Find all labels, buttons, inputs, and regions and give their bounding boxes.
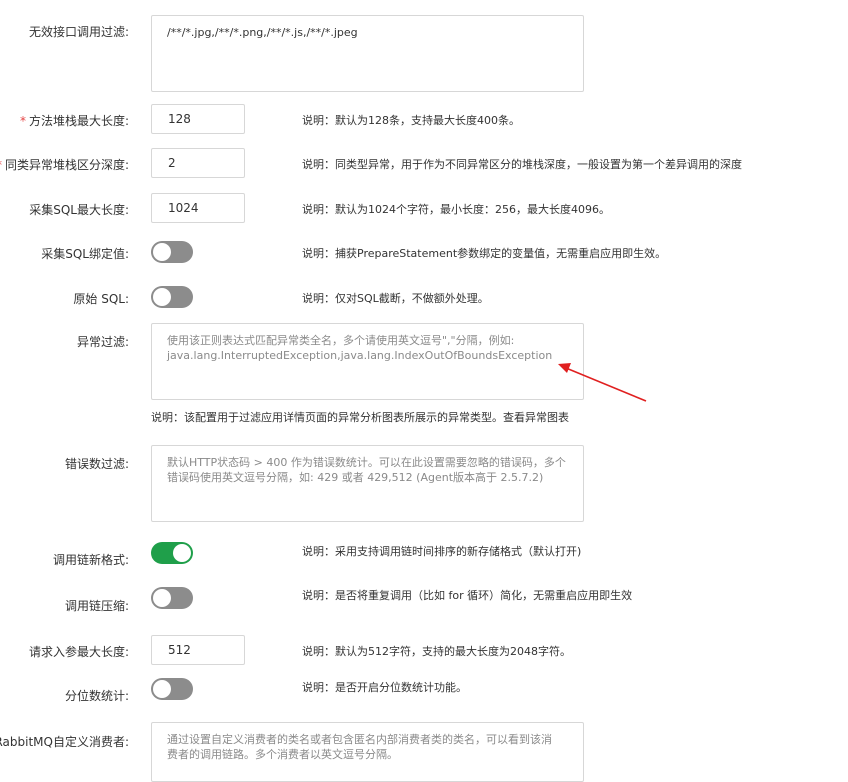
raw-sql-label: 原始 SQL: bbox=[73, 292, 129, 306]
same-exc-depth-input[interactable]: 2 bbox=[151, 148, 245, 178]
toggle-knob bbox=[153, 589, 171, 607]
exc-filter-placeholder-line1: 使用该正则表达式匹配异常类全名，多个请使用英文逗号","分隔，例如: bbox=[167, 334, 515, 347]
toggle-knob bbox=[153, 288, 171, 306]
err-count-filter-label: 错误数过滤: bbox=[64, 457, 129, 471]
percentile-label: 分位数统计: bbox=[64, 689, 129, 703]
sql-max-len-input[interactable]: 1024 bbox=[151, 193, 245, 223]
exc-filter-placeholder-line2: java.lang.InterruptedException,java.lang… bbox=[167, 349, 553, 362]
required-mark: * bbox=[0, 158, 2, 172]
rabbitmq-textarea[interactable]: 通过设置自定义消费者的类名或者包含匿名内部消费者类的类名，可以看到该消 费者的调… bbox=[151, 722, 584, 782]
raw-sql-desc: 说明：仅对SQL截断，不做额外处理。 bbox=[302, 292, 489, 305]
trace-compress-label: 调用链压缩: bbox=[64, 599, 129, 613]
sql-bind-desc: 说明：捕获PrepareStatement参数绑定的变量值，无需重启应用即生效。 bbox=[302, 247, 667, 260]
required-mark: * bbox=[19, 114, 26, 128]
sql-max-len-desc: 说明：默认为1024个字符，最小长度：256，最大长度4096。 bbox=[302, 203, 610, 216]
exc-filter-label: 异常过滤: bbox=[76, 335, 129, 349]
stack-max-len-input[interactable]: 128 bbox=[151, 104, 245, 134]
err-count-filter-placeholder-line2: 错误码使用英文逗号分隔，如: 429 或者 429,512 (Agent版本高于… bbox=[167, 471, 544, 484]
trace-new-format-label: 调用链新格式: bbox=[52, 553, 129, 567]
sql-bind-toggle[interactable] bbox=[151, 241, 193, 263]
err-count-filter-placeholder-line1: 默认HTTP状态码 > 400 作为错误数统计。可以在此设置需要忽略的错误码，多… bbox=[167, 456, 566, 469]
exc-filter-desc: 说明：该配置用于过滤应用详情页面的异常分析图表所展示的异常类型。查看异常图表 bbox=[151, 411, 569, 424]
toggle-knob bbox=[173, 544, 191, 562]
sql-max-len-label: 采集SQL最大长度: bbox=[29, 203, 129, 217]
stack-max-len-label: * 方法堆栈最大长度: bbox=[19, 114, 129, 128]
raw-sql-toggle[interactable] bbox=[151, 286, 193, 308]
rabbitmq-label: RabbitMQ自定义消费者: bbox=[0, 735, 129, 749]
trace-new-format-desc: 说明：采用支持调用链时间排序的新存储格式（默认打开) bbox=[302, 545, 582, 558]
invalid-filter-value: /**/*.jpg,/**/*.png,/**/*.js,/**/*.jpeg bbox=[167, 26, 358, 39]
toggle-knob bbox=[153, 243, 171, 261]
req-param-len-desc: 说明：默认为512字符，支持的最大长度为2048字符。 bbox=[302, 645, 571, 658]
invalid-filter-textarea[interactable]: /**/*.jpg,/**/*.png,/**/*.js,/**/*.jpeg bbox=[151, 15, 584, 92]
same-exc-depth-desc: 说明：同类型异常，用于作为不同异常区分的堆栈深度，一般设置为第一个差异调用的深度 bbox=[302, 158, 742, 171]
req-param-len-input[interactable]: 512 bbox=[151, 635, 245, 665]
exc-filter-textarea[interactable]: 使用该正则表达式匹配异常类全名，多个请使用英文逗号","分隔，例如: java.… bbox=[151, 323, 584, 400]
req-param-len-label: 请求入参最大长度: bbox=[28, 645, 129, 659]
stack-max-len-desc: 说明：默认为128条，支持最大长度400条。 bbox=[302, 114, 520, 127]
rabbitmq-placeholder-line1: 通过设置自定义消费者的类名或者包含匿名内部消费者类的类名，可以看到该消 bbox=[167, 733, 552, 746]
percentile-desc: 说明：是否开启分位数统计功能。 bbox=[302, 681, 467, 694]
invalid-filter-label: 无效接口调用过滤: bbox=[28, 25, 129, 39]
rabbitmq-placeholder-line2: 费者的调用链路。多个消费者以英文逗号分隔。 bbox=[167, 748, 398, 761]
err-count-filter-textarea[interactable]: 默认HTTP状态码 > 400 作为错误数统计。可以在此设置需要忽略的错误码，多… bbox=[151, 445, 584, 522]
trace-new-format-toggle[interactable] bbox=[151, 542, 193, 564]
red-arrow-icon bbox=[558, 363, 647, 402]
toggle-knob bbox=[153, 680, 171, 698]
trace-compress-desc: 说明：是否将重复调用（比如 for 循环）简化，无需重启应用即生效 bbox=[302, 589, 633, 602]
percentile-toggle[interactable] bbox=[151, 678, 193, 700]
same-exc-depth-label: *同类异常堆栈区分深度: bbox=[0, 156, 129, 173]
trace-compress-toggle[interactable] bbox=[151, 587, 193, 609]
sql-bind-label: 采集SQL绑定值: bbox=[41, 247, 129, 261]
